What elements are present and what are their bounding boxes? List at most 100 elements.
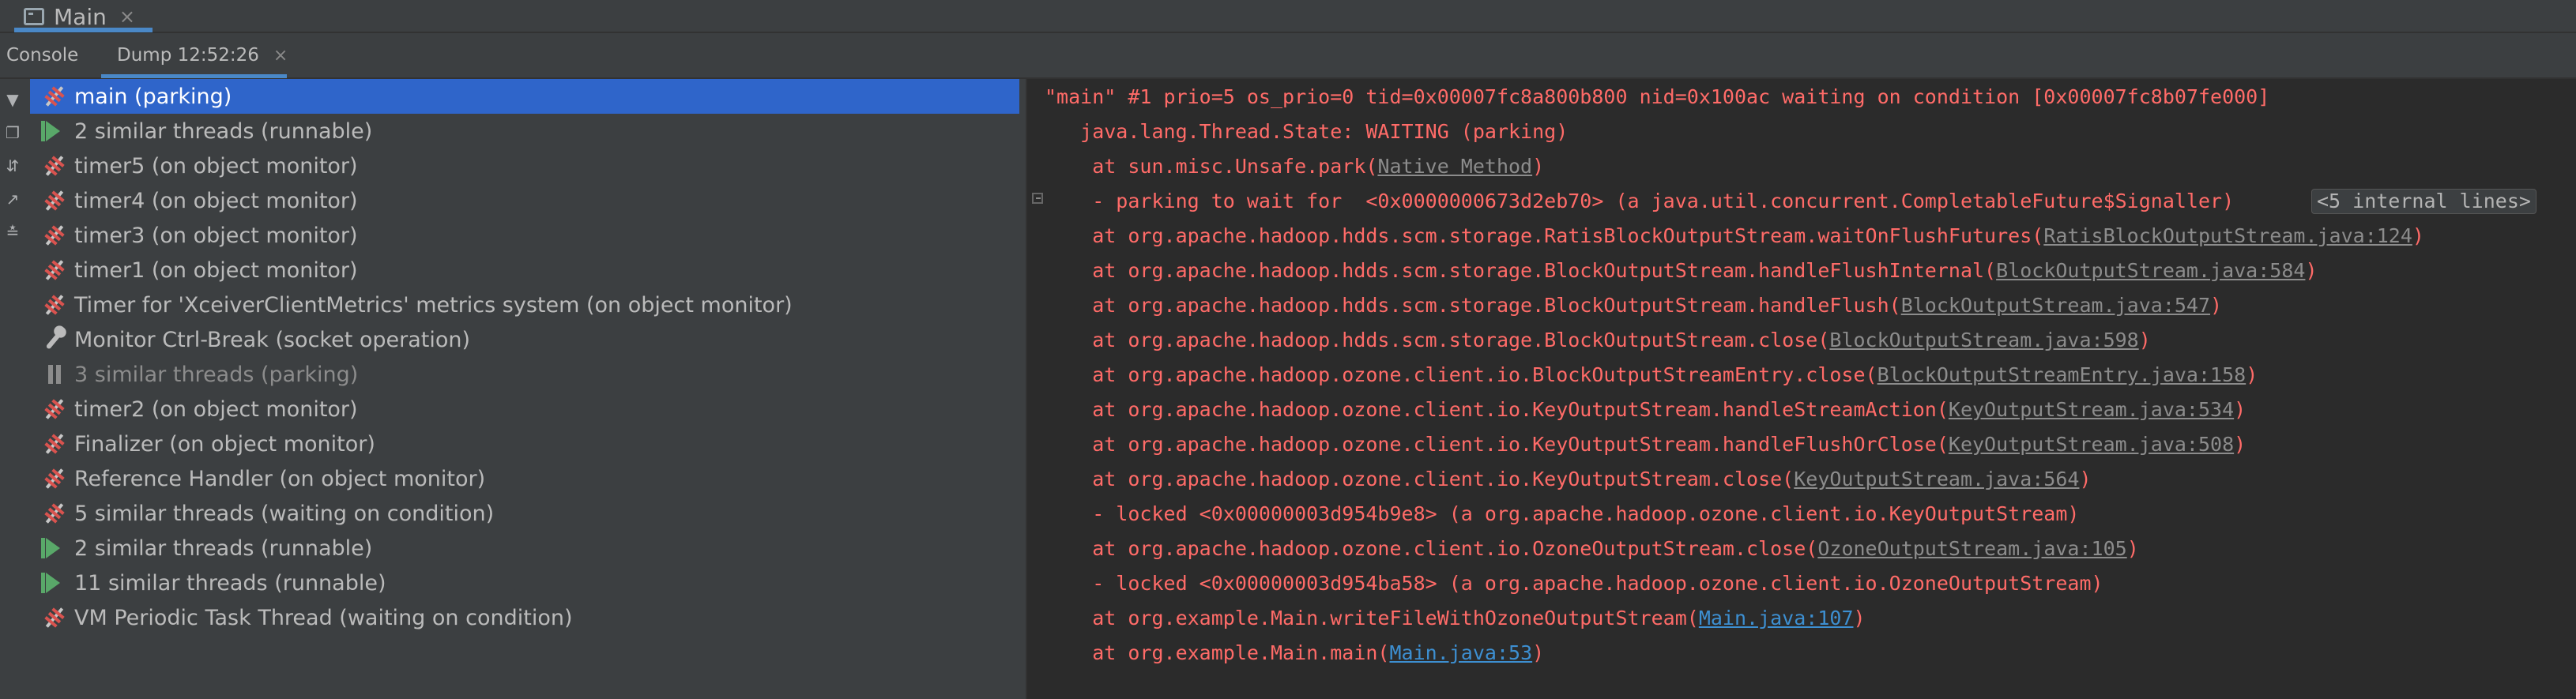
dump-line-text: "main" #1 prio=5 os_prio=0 tid=0x00007fc… [1045, 85, 2270, 108]
thread-row[interactable]: 11 similar threads (runnable) [30, 566, 1019, 600]
thread-row[interactable]: Monitor Ctrl-Break (socket operation) [30, 322, 1019, 357]
thread-dump-view: "main" #1 prio=5 os_prio=0 tid=0x00007fc… [1027, 79, 2576, 699]
thread-label: main (parking) [74, 84, 232, 109]
thread-row[interactable]: Finalizer (on object monitor) [30, 427, 1019, 461]
thread-label: Finalizer (on object monitor) [74, 431, 375, 457]
dump-line-text: at org.apache.hadoop.hdds.scm.storage.Bl… [1045, 259, 1997, 282]
run-config-icon [24, 8, 44, 25]
thread-parking-icon [41, 152, 68, 179]
dump-line: - locked <0x00000003d954b9e8> (a org.apa… [1045, 502, 2079, 526]
dump-line: at org.apache.hadoop.ozone.client.io.Key… [1045, 398, 2246, 422]
merge-icon[interactable]: ≛ [3, 223, 22, 242]
dump-line-suffix: ) [1532, 641, 1545, 664]
filter-icon[interactable]: ▼ [3, 90, 22, 109]
source-link[interactable]: BlockOutputStream.java:547 [1901, 294, 2210, 317]
thread-pause-icon [41, 361, 68, 388]
thread-parking-icon [41, 187, 68, 214]
thread-label: 2 similar threads (runnable) [74, 118, 373, 144]
thread-parking-icon [41, 222, 68, 249]
run-tab-bar: Main × [0, 0, 2576, 33]
thread-label: 2 similar threads (runnable) [74, 536, 373, 561]
thread-row[interactable]: 3 similar threads (parking) [30, 357, 1019, 392]
thread-row[interactable]: Reference Handler (on object monitor) [30, 461, 1019, 496]
internal-lines-badge[interactable]: <5 internal lines> [2311, 189, 2536, 214]
thread-parking-icon [41, 604, 68, 631]
thread-label: Timer for 'XceiverClientMetrics' metrics… [74, 292, 793, 318]
thread-runnable-icon [41, 569, 68, 596]
dump-toolbar: ▼ ❐ ⇵ ↗ ≛ [0, 79, 27, 699]
thread-parking-icon [41, 430, 68, 457]
source-link[interactable]: Main.java:53 [1390, 641, 1533, 664]
export-icon[interactable]: ↗ [3, 190, 22, 209]
dump-line-text: at org.apache.hadoop.ozone.client.io.Key… [1045, 433, 1949, 456]
dump-line-suffix: ) [1853, 607, 1866, 629]
source-link[interactable]: KeyOutputStream.java:508 [1949, 433, 2234, 456]
dump-line-suffix: ) [2210, 294, 2223, 317]
thread-row[interactable]: timer2 (on object monitor) [30, 392, 1019, 427]
thread-row[interactable]: main (parking) [30, 79, 1019, 114]
source-link[interactable]: OzoneOutputStream.java:105 [1817, 537, 2126, 560]
dump-line-suffix: ) [2234, 398, 2246, 421]
dump-line-text: at org.apache.hadoop.hdds.scm.storage.Ra… [1045, 224, 2044, 247]
thread-row[interactable]: timer4 (on object monitor) [30, 183, 1019, 218]
thread-label: 3 similar threads (parking) [74, 362, 359, 387]
thread-row[interactable]: timer3 (on object monitor) [30, 218, 1019, 253]
source-link[interactable]: RatisBlockOutputStream.java:124 [2043, 224, 2412, 247]
source-link[interactable]: BlockOutputStream.java:584 [1996, 259, 2305, 282]
dump-line: at sun.misc.Unsafe.park(Native Method) [1045, 155, 1544, 179]
thread-row[interactable]: 2 similar threads (runnable) [30, 531, 1019, 566]
thread-label: timer2 (on object monitor) [74, 396, 358, 422]
dump-line-text: at org.apache.hadoop.ozone.client.io.Ozo… [1045, 537, 1818, 560]
thread-label: timer4 (on object monitor) [74, 188, 358, 213]
thread-label: VM Periodic Task Thread (waiting on cond… [74, 605, 573, 630]
thread-row[interactable]: Timer for 'XceiverClientMetrics' metrics… [30, 287, 1019, 322]
close-icon[interactable]: × [119, 6, 135, 28]
thread-label: timer1 (on object monitor) [74, 257, 358, 283]
sub-tab-bar: Console Dump 12:52:26 × [0, 33, 2576, 79]
source-link[interactable]: BlockOutputStreamEntry.java:158 [1877, 363, 2246, 386]
close-icon[interactable]: × [273, 46, 288, 66]
thread-runnable-icon [41, 535, 68, 562]
thread-row[interactable]: VM Periodic Task Thread (waiting on cond… [30, 600, 1019, 635]
source-link[interactable]: BlockOutputStream.java:598 [1829, 329, 2138, 351]
thread-row[interactable]: timer5 (on object monitor) [30, 148, 1019, 183]
dump-line-text: at org.apache.hadoop.ozone.client.io.Key… [1045, 398, 1949, 421]
dump-line: at org.apache.hadoop.ozone.client.io.Key… [1045, 468, 2092, 491]
dump-line-suffix: ) [2305, 259, 2318, 282]
dump-line-suffix: ) [2079, 468, 2092, 490]
dump-line-suffix: ) [2246, 363, 2258, 386]
dump-line-text: java.lang.Thread.State: WAITING (parking… [1045, 120, 1569, 143]
dump-line-text: - locked <0x00000003d954b9e8> (a org.apa… [1045, 502, 2080, 525]
dump-line-text: at org.example.Main.writeFileWithOzoneOu… [1045, 607, 1699, 629]
thread-label: 11 similar threads (runnable) [74, 570, 386, 596]
dump-line-text: at org.apache.hadoop.hdds.scm.storage.Bl… [1045, 329, 1830, 351]
thread-row[interactable]: 2 similar threads (runnable) [30, 114, 1019, 148]
dump-line-text: at org.apache.hadoop.ozone.client.io.Key… [1045, 468, 1795, 490]
copy-icon[interactable]: ❐ [3, 123, 22, 142]
dump-line: at org.example.Main.main(Main.java:53) [1045, 641, 1544, 665]
thread-label: 5 similar threads (waiting on condition) [74, 501, 495, 526]
dump-line: at org.apache.hadoop.hdds.scm.storage.Bl… [1045, 329, 2151, 352]
dump-line-suffix: ) [1532, 155, 1545, 178]
dump-line-text: - locked <0x00000003d954ba58> (a org.apa… [1045, 572, 2103, 595]
source-link[interactable]: Native Method [1377, 155, 1532, 178]
source-link[interactable]: Main.java:107 [1699, 607, 1854, 629]
dump-line: at org.apache.hadoop.ozone.client.io.Key… [1045, 433, 2246, 457]
dump-line: at org.apache.hadoop.ozone.client.io.Blo… [1045, 363, 2258, 387]
thread-list: main (parking) 2 similar threads (runnabl… [27, 79, 1026, 699]
active-tab-indicator [14, 28, 153, 32]
source-link[interactable]: KeyOutputStream.java:534 [1949, 398, 2234, 421]
dump-line: at org.apache.hadoop.hdds.scm.storage.Ra… [1045, 224, 2424, 248]
tab-main-label: Main [54, 3, 107, 30]
thread-parking-icon [41, 465, 68, 492]
fold-expand-icon[interactable] [1032, 193, 1043, 204]
source-link[interactable]: KeyOutputStream.java:564 [1794, 468, 2079, 490]
thread-label: Reference Handler (on object monitor) [74, 466, 486, 491]
thread-row[interactable]: timer1 (on object monitor) [30, 253, 1019, 287]
tab-dump[interactable]: Dump 12:52:26 × [117, 33, 288, 77]
dump-line-text: at sun.misc.Unsafe.park( [1045, 155, 1378, 178]
thread-row[interactable]: 5 similar threads (waiting on condition) [30, 496, 1019, 531]
tab-console[interactable]: Console [6, 33, 78, 77]
sort-icon[interactable]: ⇵ [3, 156, 22, 175]
dump-line-text: at org.apache.hadoop.ozone.client.io.Blo… [1045, 363, 1877, 386]
